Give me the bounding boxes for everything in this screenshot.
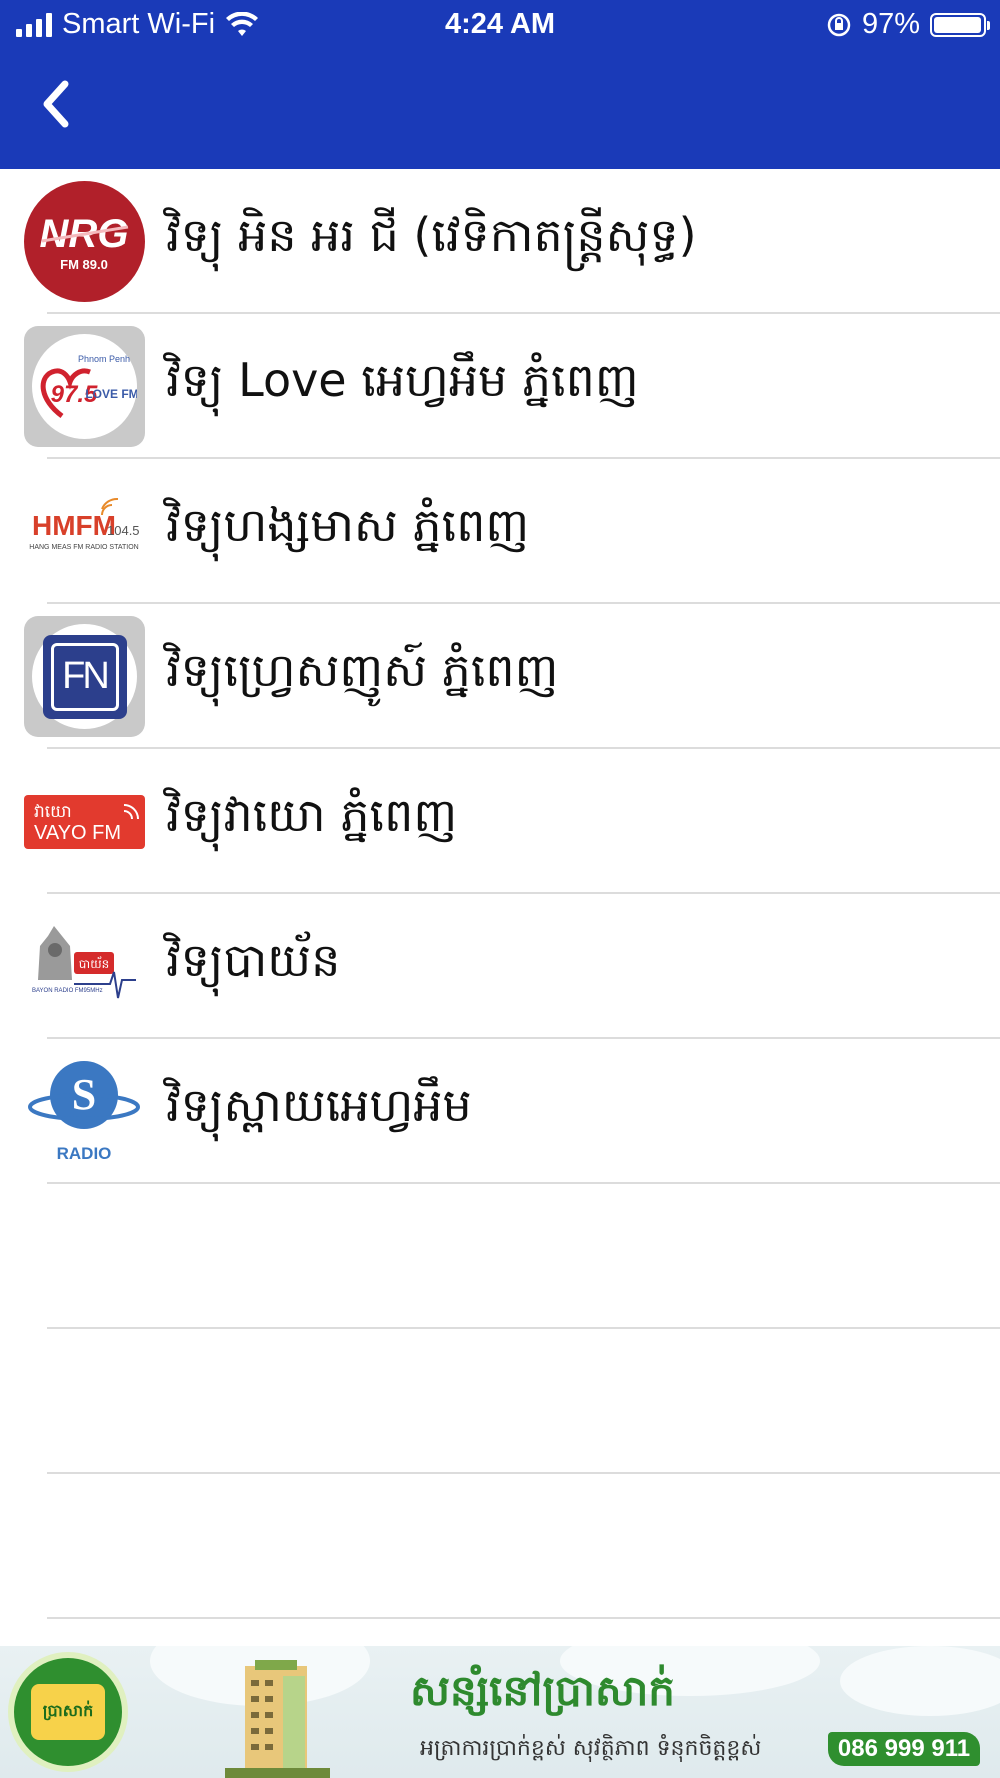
building-illustration xyxy=(225,1660,330,1778)
station-name: វិទ្យុស្ពាយអេហ្វអឹម xyxy=(166,1078,472,1132)
bayon-caption: BAYON RADIO FM95MHz xyxy=(32,988,103,994)
ad-banner[interactable]: ប្រាសាក់ សន្សំនៅប្រាសាក់ អត្រាការប្រាក់ខ… xyxy=(0,1646,1000,1778)
ad-headline: សន្សំនៅប្រាសាក់ xyxy=(410,1666,675,1715)
ad-logo-text: ប្រាសាក់ xyxy=(31,1684,105,1740)
love-fm-subtext: LOVE FM xyxy=(85,387,137,401)
vayo-fm-logo: វាយោ VAYO FM xyxy=(24,761,145,882)
screen: Smart Wi-Fi 4:24 AM 97% FM 89.0 វិទ្យុ អ… xyxy=(0,0,1000,1778)
hmfm-logo-text: HMFM xyxy=(32,510,116,541)
station-row-bayon[interactable]: បាយ័ន BAYON RADIO FM95MHz វិទ្យុបាយ័ន xyxy=(0,894,1000,1039)
station-name: វិទ្យុហ្វ្រេសញូស៍ ភ្នំពេញ xyxy=(166,643,559,697)
empty-row xyxy=(0,1184,1000,1329)
hmfm-frequency: 104.5 xyxy=(107,523,140,538)
ad-phone: 086 999 911 xyxy=(828,1732,980,1766)
empty-row xyxy=(0,1474,1000,1619)
love-fm-logo: Phnom Penh 97.5 LOVE FM xyxy=(24,326,145,447)
ad-logo: ប្រាសាក់ xyxy=(8,1652,128,1772)
ad-tagline: អត្រាការប្រាក់ខ្ពស់ សុវត្ថិភាព ទំនុកចិត្… xyxy=(420,1736,762,1761)
empty-row xyxy=(0,1329,1000,1474)
fn-logo: FN xyxy=(24,616,145,737)
battery-icon xyxy=(930,12,990,37)
station-row-nrg[interactable]: NRG FM 89.0 វិទ្យុ អិន អរ ជី (វេទិកាតន្ត… xyxy=(0,169,1000,314)
ad-cloud xyxy=(840,1646,1000,1716)
bayon-radio-logo: បាយ័ន BAYON RADIO FM95MHz xyxy=(24,906,145,1027)
header: Smart Wi-Fi 4:24 AM 97% xyxy=(0,0,1000,169)
row-separator xyxy=(47,1617,1000,1619)
orientation-lock-icon xyxy=(827,13,851,36)
station-row-love-fm[interactable]: Phnom Penh 97.5 LOVE FM វិទ្យុ Love អេហ្… xyxy=(0,314,1000,459)
station-row-vayo-fm[interactable]: វាយោ VAYO FM វិទ្យុវាយោ ភ្នំពេញ xyxy=(0,749,1000,894)
station-name: វិទ្យុវាយោ ភ្នំពេញ xyxy=(166,788,458,842)
status-bar: Smart Wi-Fi 4:24 AM 97% xyxy=(0,0,1000,52)
s-radio-letter: S xyxy=(72,1070,96,1119)
station-name: វិទ្យុបាយ័ន xyxy=(166,933,341,987)
vayo-fm-text: VAYO FM xyxy=(34,822,121,844)
nrg-logo-subtext: FM 89.0 xyxy=(60,257,108,272)
s-radio-caption: RADIO xyxy=(57,1144,112,1163)
battery-percent: 97% xyxy=(861,8,920,40)
station-row-s-radio[interactable]: S RADIO វិទ្យុស្ពាយអេហ្វអឹម xyxy=(0,1039,1000,1184)
station-list: NRG FM 89.0 វិទ្យុ អិន អរ ជី (វេទិកាតន្ត… xyxy=(0,169,1000,1619)
station-name: វិទ្យុ Love អេហ្វអឹម ភ្នំពេញ xyxy=(166,353,639,407)
status-right: 97% xyxy=(826,8,990,41)
vayo-khmer-text: វាយោ xyxy=(34,802,72,822)
nrg-logo: NRG FM 89.0 xyxy=(24,181,145,302)
station-name: វិទ្យុហង្សមាស ភ្នំពេញ xyxy=(166,498,530,552)
chevron-left-icon xyxy=(43,80,69,128)
back-button[interactable] xyxy=(24,72,88,136)
hmfm-logo: HMFM 104.5 HANG MEAS FM RADIO STATION xyxy=(24,471,145,592)
station-row-fresh-news[interactable]: FN វិទ្យុហ្វ្រេសញូស៍ ភ្នំពេញ xyxy=(0,604,1000,749)
battery-fill xyxy=(934,16,981,33)
station-name: វិទ្យុ អិន អរ ជី (វេទិកាតន្ត្រីសុទ្ធ) xyxy=(166,208,697,262)
fn-logo-text: FN xyxy=(50,642,119,711)
love-fm-top-text: Phnom Penh xyxy=(78,354,130,364)
s-radio-logo: S RADIO xyxy=(24,1051,145,1172)
station-row-hmfm[interactable]: HMFM 104.5 HANG MEAS FM RADIO STATION វិ… xyxy=(0,459,1000,604)
bayon-khmer-text: បាយ័ន xyxy=(79,956,109,971)
hmfm-caption: HANG MEAS FM RADIO STATION xyxy=(29,544,138,551)
